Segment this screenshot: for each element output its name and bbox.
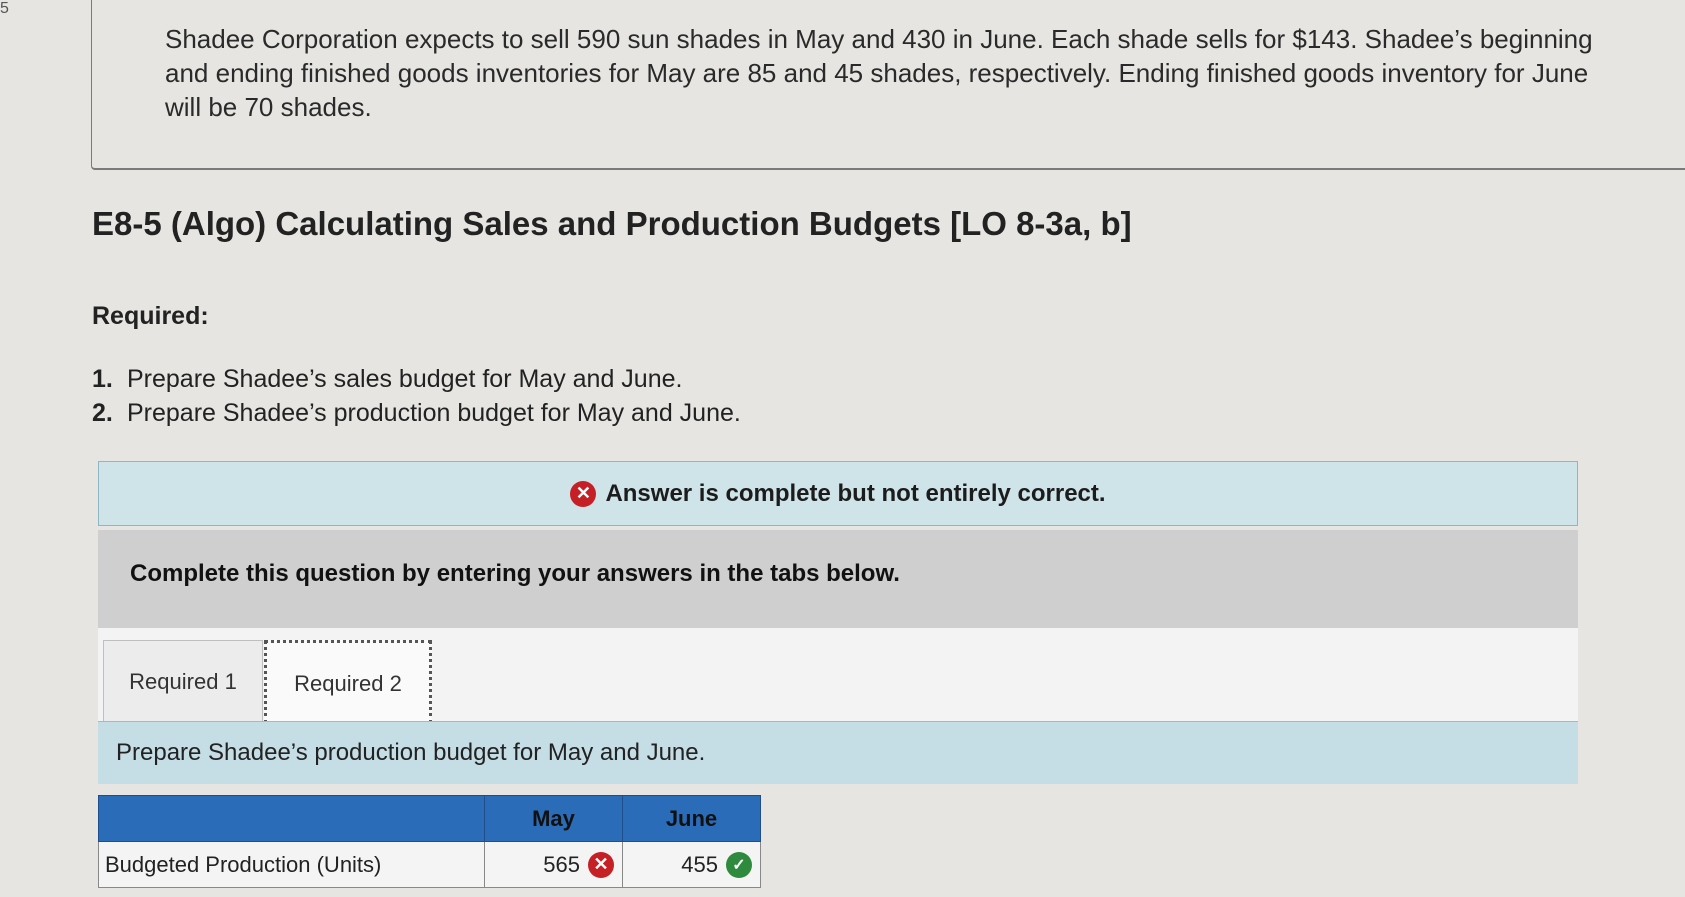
tab-required-2[interactable]: Required 2 [264,640,432,724]
list-text: Prepare Shadee’s production budget for M… [127,399,741,427]
table-header-row: May June [98,795,761,842]
instructions-panel: Complete this question by entering your … [98,530,1578,628]
may-value[interactable]: 565 [543,852,580,878]
june-value[interactable]: 455 [681,852,718,878]
answer-status-text: Answer is complete but not entirely corr… [605,479,1106,507]
may-cell[interactable]: 565 ✕ [484,841,623,888]
x-icon: ✕ [588,851,614,878]
list-text: Prepare Shadee’s sales budget for May an… [127,365,683,393]
required-heading: Required: [92,302,209,330]
question-prompt: Prepare Shadee’s production budget for M… [98,721,1578,784]
required-list: 1. Prepare Shadee’s sales budget for May… [92,362,741,430]
edge-marker: 5 [0,0,9,17]
tab-label: Required 2 [294,670,402,696]
answer-status-banner: ✕ Answer is complete but not entirely co… [98,461,1578,526]
check-icon: ✓ [726,851,752,878]
table-row: Budgeted Production (Units) 565 ✕ 455 ✓ [98,841,761,888]
production-budget-table: May June Budgeted Production (Units) 565… [98,795,761,888]
tab-label: Required 1 [129,669,237,694]
row-label: Budgeted Production (Units) [98,841,485,888]
header-may: May [484,795,623,842]
list-number: 2. [92,399,113,427]
list-item: 2. Prepare Shadee’s production budget fo… [92,396,741,430]
instructions-text: Complete this question by entering your … [130,560,900,587]
problem-statement: Shadee Corporation expects to sell 590 s… [165,24,1593,122]
page-title: E8-5 (Algo) Calculating Sales and Produc… [92,205,1132,242]
june-cell[interactable]: 455 ✓ [622,841,761,888]
prompt-text: Prepare Shadee’s production budget for M… [116,739,706,766]
header-blank [98,795,485,842]
list-number: 1. [92,365,113,393]
list-item: 1. Prepare Shadee’s sales budget for May… [92,362,741,396]
tab-bar: Required 1 Required 2 [98,628,1578,724]
header-june: June [622,795,761,842]
x-icon: ✕ [570,480,597,507]
tab-required-1[interactable]: Required 1 [103,640,263,724]
